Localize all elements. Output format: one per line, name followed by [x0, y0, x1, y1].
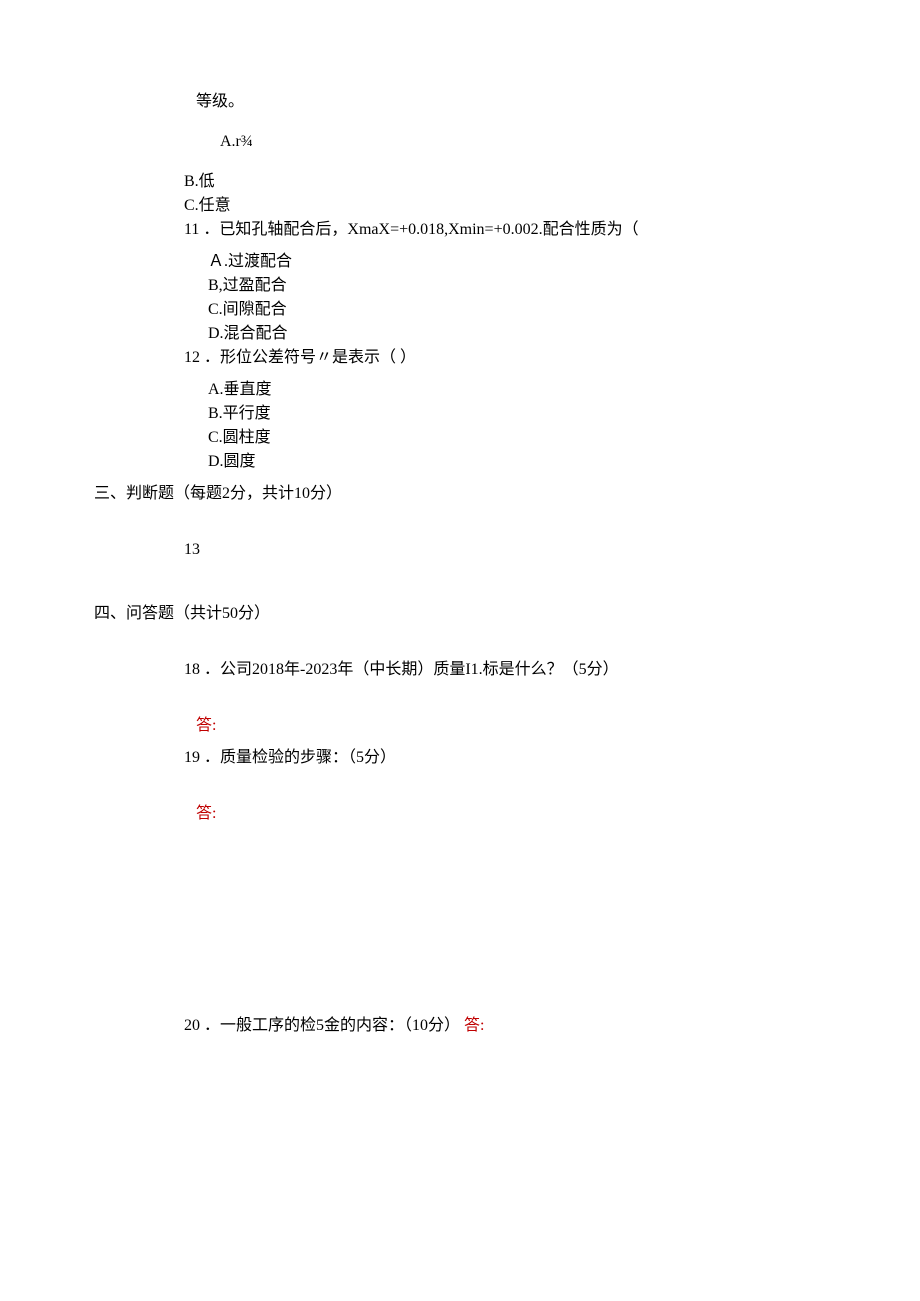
q11-option-a: Ａ.过渡配合 — [208, 250, 820, 274]
q18-answer-label: 答: — [148, 714, 820, 738]
q12-option-b: B.平行度 — [208, 402, 820, 426]
q11-number: 11 — [184, 218, 199, 242]
q10-option-a: A.r¾ — [220, 130, 820, 154]
q19-text: ．质量检验的步骤：（5分） — [204, 749, 396, 766]
q18-row: 18 ．公司2018年-2023年（中长期）质量I1.标是什么？（5分） — [148, 658, 820, 682]
q12-text: ．形位公差符号〃是表示（ ） — [204, 349, 416, 366]
section-3-heading: 三、判断题（每题2分，共计10分） — [94, 482, 820, 506]
q12-number: 12 — [184, 346, 200, 370]
section-4-heading: 四、问答题（共计50分） — [94, 602, 820, 626]
document-page: 等级。 A.r¾ B.低 C.任意 11 ．已知孔轴配合后，XmaX=+0.01… — [0, 0, 920, 1146]
q10-tail: 等级。 — [148, 90, 820, 114]
q11-option-c: C.间隙配合 — [208, 298, 820, 322]
q20-number: 20 — [184, 1014, 200, 1038]
q12-row: 12 ．形位公差符号〃是表示（ ） — [148, 346, 820, 370]
q20-text: ．一般工序的检5金的内容：（10分） — [204, 1017, 460, 1034]
q12-option-a: A.垂直度 — [208, 378, 820, 402]
q20-row: 20 ．一般工序的检5金的内容：（10分） 答: — [148, 1014, 820, 1038]
q11-row: 11 ．已知孔轴配合后，XmaX=+0.018,Xmin=+0.002.配合性质… — [148, 218, 820, 242]
q11-option-b: B,过盈配合 — [208, 274, 820, 298]
q18-text: ．公司2018年-2023年（中长期）质量I1.标是什么？（5分） — [204, 661, 619, 678]
q13-number: 13 — [148, 538, 820, 562]
q10-option-c: C.任意 — [184, 194, 820, 218]
q19-row: 19 ．质量检验的步骤：（5分） — [148, 746, 820, 770]
q19-number: 19 — [184, 746, 200, 770]
q12-option-d: D.圆度 — [208, 450, 820, 474]
q11-option-d: D.混合配合 — [208, 322, 820, 346]
q12-option-c: C.圆柱度 — [208, 426, 820, 450]
q20-answer-label: 答: — [464, 1017, 484, 1034]
q19-answer-label: 答: — [148, 802, 820, 826]
q11-text: ．已知孔轴配合后，XmaX=+0.018,Xmin=+0.002.配合性质为（ — [203, 221, 638, 238]
q10-option-b: B.低 — [184, 170, 820, 194]
q18-number: 18 — [184, 658, 200, 682]
